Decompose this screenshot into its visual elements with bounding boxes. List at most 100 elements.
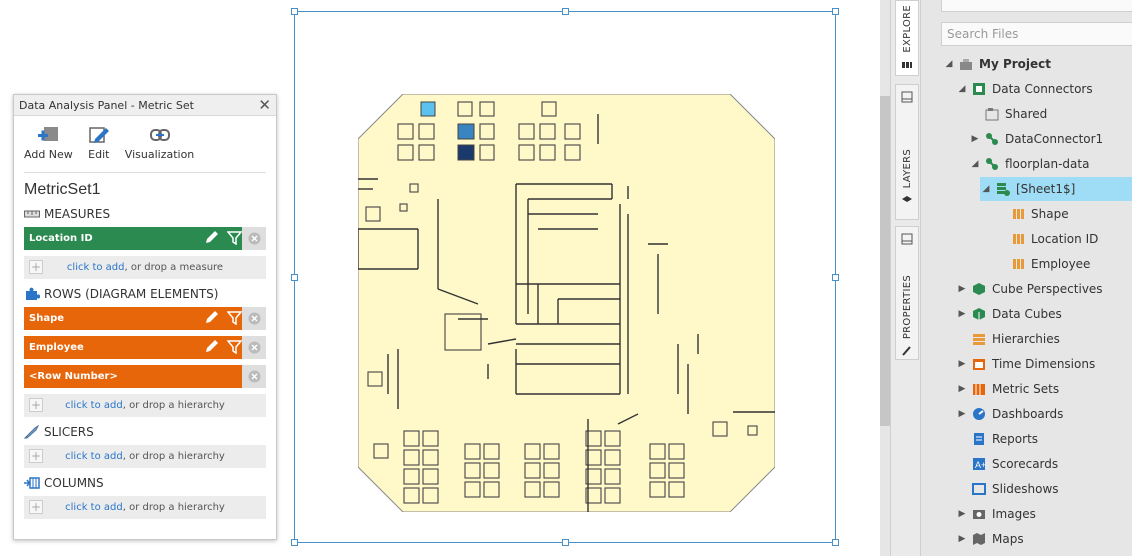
expand-down-icon[interactable]: ◢ (980, 184, 992, 194)
expand-down-icon[interactable]: ◢ (943, 59, 955, 69)
tree-item-dashboards[interactable]: ▶ Dashboards (956, 402, 1064, 426)
expand-right-icon[interactable]: ▶ (956, 509, 968, 519)
tab-layers[interactable]: LAYERS (895, 84, 919, 220)
expand-down-icon[interactable]: ◢ (956, 84, 968, 94)
remove-circle-icon (248, 232, 260, 245)
add-measure-link[interactable]: click to add (67, 262, 125, 273)
metric-set-name[interactable]: MetricSet1 (24, 181, 276, 199)
tab-layers-label: LAYERS (901, 149, 913, 189)
tree-item-sheet1[interactable]: ◢ [Sheet1$] (980, 177, 1132, 201)
tree-item-cube-perspectives[interactable]: ▶ Cube Perspectives (956, 277, 1103, 301)
rows-drop-zone[interactable]: + click to add, or drop a hierarchy (24, 394, 266, 417)
tree-item-dataconnector1[interactable]: ▶ DataConnector1 (969, 127, 1104, 151)
wrench-icon (902, 346, 911, 356)
tree-item-metric-sets[interactable]: ▶ Metric Sets (956, 377, 1060, 401)
resize-handle-se[interactable] (832, 539, 839, 546)
tree-item-my-project[interactable]: ◢ My Project (943, 52, 1051, 76)
remove-circle-icon (248, 370, 260, 383)
resize-handle-w[interactable] (291, 274, 298, 281)
data-connectors-icon (972, 82, 986, 96)
filter-icon[interactable] (227, 310, 242, 325)
row-pill-row-number[interactable]: <Row Number> (24, 365, 266, 388)
tab-properties[interactable]: PROPERTIES (895, 226, 919, 360)
filter-icon[interactable] (227, 230, 242, 245)
floorplan-diagram[interactable] (358, 94, 775, 512)
visualization-button[interactable]: Visualization (125, 121, 194, 172)
tree-item-scorecards[interactable]: A+ Scorecards (956, 452, 1058, 476)
explorer-panel: ◢ My Project ◢ Data Connectors Shared ▶ DataCo… (920, 0, 1132, 556)
tree-item-shape[interactable]: Shape (995, 202, 1069, 226)
plus-icon[interactable]: + (29, 449, 43, 463)
row-pill-shape[interactable]: Shape (24, 307, 266, 330)
add-row-link[interactable]: click to add (65, 400, 123, 411)
measure-drop-zone[interactable]: + click to add, or drop a measure (24, 256, 266, 279)
explorer-toolbar[interactable] (941, 0, 1132, 12)
row-pill-label: Employee (29, 342, 84, 353)
resize-handle-n[interactable] (562, 8, 569, 15)
slicer-knife-icon (24, 425, 40, 439)
measure-pill-location-id[interactable]: Location ID (24, 227, 266, 250)
tree-item-floorplan-data[interactable]: ◢ floorplan-data (969, 152, 1090, 176)
floor-outline (358, 94, 775, 512)
row-pill-label: <Row Number> (29, 371, 118, 382)
filter-icon[interactable] (227, 339, 242, 354)
panel-toggle-icon (901, 91, 913, 103)
tree-item-time-dimensions[interactable]: ▶ Time Dimensions (956, 352, 1096, 376)
tree-item-images[interactable]: ▶ Images (956, 502, 1036, 526)
columns-icon (24, 477, 40, 489)
resize-handle-sw[interactable] (291, 539, 298, 546)
expand-right-icon[interactable]: ▶ (956, 359, 968, 369)
pencil-icon[interactable] (204, 230, 219, 245)
plus-icon[interactable]: + (29, 500, 43, 514)
expand-down-icon[interactable]: ◢ (969, 159, 981, 169)
resize-handle-nw[interactable] (291, 8, 298, 15)
tree-item-maps[interactable]: ▶ Maps (956, 527, 1024, 551)
shared-folder-icon (985, 107, 999, 121)
add-new-button[interactable]: Add New (24, 121, 73, 172)
search-input[interactable] (941, 22, 1132, 46)
tree-item-reports[interactable]: Reports (956, 427, 1038, 451)
expand-right-icon[interactable]: ▶ (956, 409, 968, 419)
plus-icon[interactable]: + (29, 398, 43, 412)
tree-item-label: Data Cubes (992, 307, 1062, 321)
pencil-icon[interactable] (204, 310, 219, 325)
tree-item-employee[interactable]: Employee (995, 252, 1090, 276)
tree-item-slideshows[interactable]: Slideshows (956, 477, 1059, 501)
tab-explore[interactable]: EXPLORE (895, 0, 919, 76)
remove-row-button[interactable] (242, 336, 266, 359)
tree-item-label: Data Connectors (992, 82, 1093, 96)
resize-handle-e[interactable] (832, 274, 839, 281)
tree-item-shared[interactable]: Shared (969, 102, 1047, 126)
expand-right-icon[interactable]: ▶ (969, 134, 981, 144)
dashboards-icon (972, 407, 986, 421)
slicers-drop-zone[interactable]: + click to add, or drop a hierarchy (24, 445, 266, 468)
scorecards-icon: A+ (972, 457, 986, 471)
plus-icon[interactable]: + (29, 260, 43, 274)
columns-drop-zone[interactable]: + click to add, or drop a hierarchy (24, 496, 266, 519)
expand-right-icon[interactable]: ▶ (956, 284, 968, 294)
pencil-icon[interactable] (204, 339, 219, 354)
tree-item-data-cubes[interactable]: ▶ Data Cubes (956, 302, 1062, 326)
tree-item-data-connectors[interactable]: ◢ Data Connectors (956, 77, 1093, 101)
tab-properties-label: PROPERTIES (901, 275, 913, 340)
expand-right-icon[interactable]: ▶ (956, 309, 968, 319)
remove-row-button[interactable] (242, 365, 266, 388)
tree-item-location-id[interactable]: Location ID (995, 227, 1098, 251)
remove-row-button[interactable] (242, 307, 266, 330)
close-icon[interactable]: ✕ (258, 97, 271, 113)
tree-item-hierarchies[interactable]: Hierarchies (956, 327, 1060, 351)
expand-right-icon[interactable]: ▶ (956, 384, 968, 394)
tree-item-label: Shared (1005, 107, 1048, 121)
add-slicer-link[interactable]: click to add (65, 451, 123, 462)
layers-icon (902, 196, 912, 203)
resize-handle-ne[interactable] (832, 8, 839, 15)
row-pill-employee[interactable]: Employee (24, 336, 266, 359)
expand-right-icon[interactable]: ▶ (956, 534, 968, 544)
edit-button[interactable]: Edit (87, 121, 111, 172)
resize-handle-s[interactable] (562, 539, 569, 546)
canvas-scrollbar[interactable] (880, 0, 890, 556)
remove-measure-button[interactable] (242, 227, 266, 250)
edit-icon (89, 127, 109, 143)
canvas-scrollbar-thumb[interactable] (880, 96, 890, 426)
add-column-link[interactable]: click to add (65, 502, 123, 513)
